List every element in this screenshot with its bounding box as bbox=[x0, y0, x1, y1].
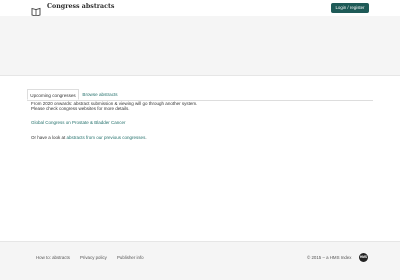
tab-bar: Upcoming congresses Browse abstracts bbox=[27, 89, 373, 101]
footer-link-privacy[interactable]: Privacy policy bbox=[80, 255, 107, 261]
hero-band bbox=[0, 16, 400, 76]
footer-link-how-to[interactable]: How to: abstracts bbox=[36, 255, 70, 261]
main-content: Upcoming congresses Browse abstracts Fro… bbox=[0, 75, 400, 241]
footer: How to: abstracts Privacy policy Publish… bbox=[0, 241, 400, 280]
past-abstracts-link[interactable]: abstracts from our previous congresses bbox=[67, 135, 146, 140]
footer-link-publisher[interactable]: Publisher info bbox=[117, 255, 144, 261]
hms-logo-icon[interactable]: HMS bbox=[359, 253, 368, 262]
past-suffix: . bbox=[145, 135, 147, 140]
top-header: Congress abstracts Login / register bbox=[0, 0, 400, 17]
tab-browse-abstracts[interactable]: Browse abstracts bbox=[79, 89, 121, 100]
login-register-button[interactable]: Login / register bbox=[331, 3, 369, 13]
tab-upcoming-congresses[interactable]: Upcoming congresses bbox=[27, 89, 79, 100]
past-prefix: Or have a look at bbox=[31, 135, 67, 140]
copyright-text: © 2015 – a HMS Index bbox=[307, 255, 352, 260]
notice-text-details: Please check congress websites for more … bbox=[31, 106, 130, 111]
past-congresses-line: Or have a look at abstracts from our pre… bbox=[31, 135, 147, 141]
app-title[interactable]: Congress abstracts bbox=[47, 2, 114, 12]
congress-link[interactable]: Global Congress on Prostate & Bladder Ca… bbox=[31, 120, 126, 126]
open-book-icon[interactable] bbox=[31, 3, 41, 17]
